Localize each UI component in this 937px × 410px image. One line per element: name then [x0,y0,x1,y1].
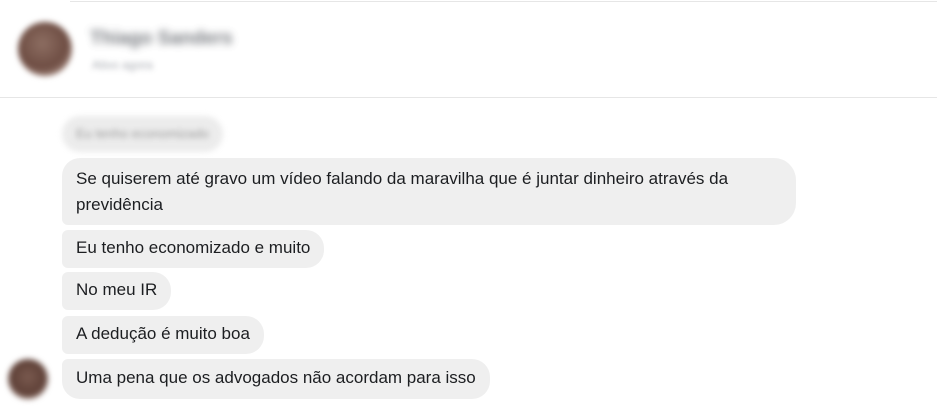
contact-status: Ativo agora [92,58,153,72]
conversation-header: Thiago Sanders Ativo agora [0,2,937,97]
message-bubble[interactable]: Eu tenho economizado e muito [62,230,325,268]
message-bubble[interactable]: No meu IR [62,272,172,310]
message-bubble[interactable]: A dedução é muito boa [62,316,264,354]
contact-avatar[interactable] [18,22,72,76]
message-bubble[interactable]: Uma pena que os advogados não acordam pa… [62,359,490,399]
header-divider [0,97,937,98]
sender-avatar[interactable] [8,359,48,399]
contact-name[interactable]: Thiago Sanders [90,28,233,50]
quoted-message: Eu tenho economizado [62,116,223,152]
message-bubble[interactable]: Se quiserem até gravo um vídeo falando d… [62,158,796,225]
